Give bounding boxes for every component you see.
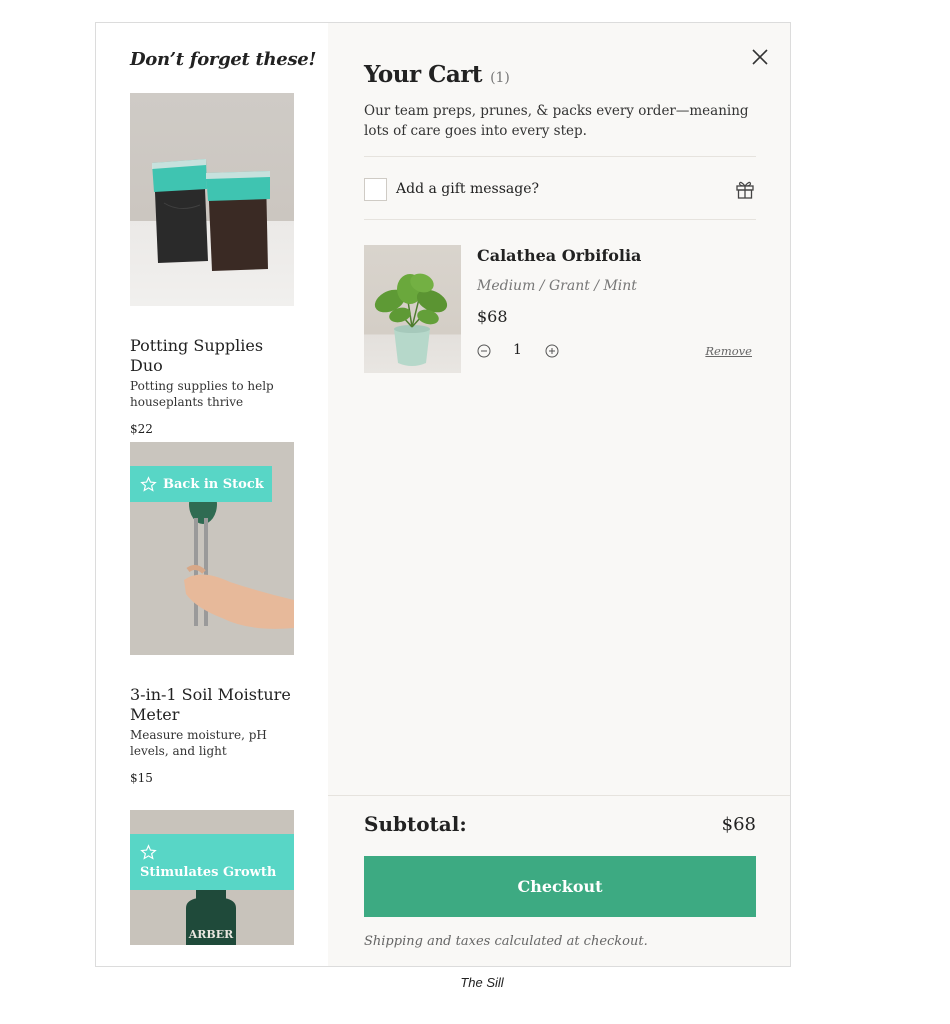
product-image[interactable]: ARBER Stimulates Growth: [130, 810, 294, 945]
shipping-note: Shipping and taxes calculated at checkou…: [364, 934, 648, 949]
cart-panel: Your Cart (1) Our team preps, prunes, & …: [328, 23, 790, 966]
upsell-product[interactable]: Potting Supplies Duo Potting supplies to…: [130, 93, 294, 436]
plus-circle-icon[interactable]: [545, 344, 559, 358]
gift-message-label[interactable]: Add a gift message?: [396, 181, 539, 197]
stimulates-growth-badge: Stimulates Growth: [130, 834, 294, 890]
star-icon: [140, 475, 157, 492]
product-price: $15: [130, 771, 153, 785]
cart-count: (1): [490, 70, 510, 86]
subtotal-value: $68: [721, 814, 756, 835]
remove-link[interactable]: Remove: [705, 344, 752, 358]
cart-line-item: Calathea Orbifolia Medium / Grant / Mint…: [364, 245, 756, 375]
product-name[interactable]: Potting Supplies Duo: [130, 336, 294, 376]
product-price: $22: [130, 422, 153, 436]
badge-label: Stimulates Growth: [140, 865, 277, 880]
gift-message-row[interactable]: Add a gift message?: [364, 176, 756, 202]
star-icon: [140, 844, 157, 860]
back-in-stock-badge: Back in Stock: [130, 466, 272, 502]
divider: [364, 219, 756, 220]
product-description: Potting supplies to help houseplants thr…: [130, 379, 274, 409]
item-image[interactable]: [364, 245, 461, 373]
cart-title-text: Your Cart: [364, 61, 483, 88]
bottle-label: ARBER: [188, 928, 234, 941]
quantity-value: 1: [513, 342, 522, 358]
cart-footer: Subtotal: $68 Checkout Shipping and taxe…: [328, 795, 790, 966]
upsell-product[interactable]: Back in Stock 3-in-1 Soil Moisture Meter…: [130, 442, 294, 785]
cart-intro: Our team preps, prunes, & packs every or…: [364, 103, 749, 139]
item-name[interactable]: Calathea Orbifolia: [477, 246, 641, 265]
cart-drawer: Don’t forget these! Potting Supplies Duo: [95, 22, 791, 967]
product-image[interactable]: [130, 93, 294, 306]
close-icon[interactable]: [750, 47, 770, 67]
minus-circle-icon[interactable]: [477, 344, 491, 358]
upsell-product[interactable]: ARBER Stimulates Growth: [130, 810, 294, 945]
product-image[interactable]: Back in Stock: [130, 442, 294, 655]
image-caption: The Sill: [460, 975, 504, 990]
gift-icon: [736, 181, 754, 199]
product-name[interactable]: 3-in-1 Soil Moisture Meter: [130, 685, 294, 725]
divider: [364, 156, 756, 157]
gift-message-checkbox[interactable]: [364, 177, 387, 201]
product-description: Measure moisture, pH levels, and light: [130, 728, 267, 758]
subtotal-label: Subtotal:: [364, 812, 467, 836]
cart-title: Your Cart (1): [364, 61, 510, 88]
upsell-panel: Don’t forget these! Potting Supplies Duo: [96, 23, 328, 966]
item-price: $68: [477, 307, 508, 326]
upsell-heading: Don’t forget these!: [130, 49, 317, 70]
badge-label: Back in Stock: [163, 476, 264, 492]
item-variant: Medium / Grant / Mint: [477, 278, 637, 294]
checkout-button[interactable]: Checkout: [364, 856, 756, 917]
